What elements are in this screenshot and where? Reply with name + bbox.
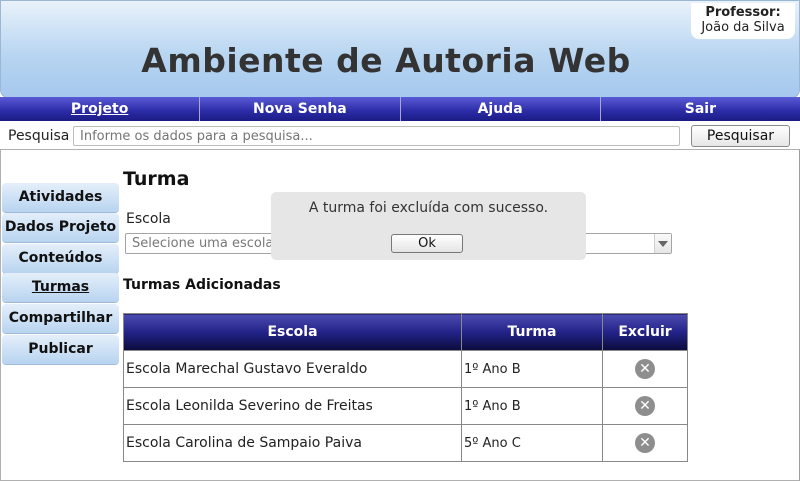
table-header-escola: Escola xyxy=(123,313,462,351)
delete-icon[interactable]: ✕ xyxy=(635,433,655,453)
nav-item-label: Sair xyxy=(684,101,716,117)
app-title: Ambiente de Autoria Web xyxy=(141,41,631,80)
section-title: Turmas Adicionadas xyxy=(123,277,281,293)
success-dialog: A turma foi excluída com sucesso. Ok xyxy=(271,192,586,260)
search-label: Pesquisa xyxy=(8,128,70,144)
cell-escola: Escola Carolina de Sampaio Paiva xyxy=(123,424,462,462)
cell-excluir: ✕ xyxy=(602,387,688,425)
sidebar-item-publicar[interactable]: Publicar xyxy=(2,335,119,364)
table-header-row: Escola Turma Excluir xyxy=(123,313,688,351)
professor-box: Professor: João da Silva xyxy=(691,3,795,39)
cell-excluir: ✕ xyxy=(602,424,688,462)
sidebar-item-conteudos[interactable]: Conteúdos xyxy=(2,244,119,273)
header: Ambiente de Autoria Web Professor: João … xyxy=(0,0,800,98)
nav-item-projeto[interactable]: Projeto xyxy=(0,97,201,121)
table-header-excluir: Excluir xyxy=(602,313,688,351)
cell-excluir: ✕ xyxy=(602,350,688,388)
professor-label: Professor: xyxy=(705,5,781,20)
top-nav: Projeto Nova Senha Ajuda Sair xyxy=(0,97,800,121)
page-title: Turma xyxy=(123,168,190,190)
escola-select-placeholder: Selecione uma escola xyxy=(132,236,274,251)
cell-turma: 1º Ano B xyxy=(461,387,603,425)
dialog-message: A turma foi excluída com sucesso. xyxy=(308,200,549,216)
chevron-down-icon[interactable] xyxy=(654,234,671,253)
nav-item-nova-senha[interactable]: Nova Senha xyxy=(200,97,401,121)
table-header-turma: Turma xyxy=(461,313,603,351)
professor-name: João da Silva xyxy=(701,20,785,35)
search-button[interactable]: Pesquisar xyxy=(691,125,790,147)
sidebar-item-label: Compartilhar xyxy=(8,310,113,326)
turmas-table: Escola Turma Excluir Escola Marechal Gus… xyxy=(123,313,688,462)
sidebar-item-label: Turmas xyxy=(31,279,90,295)
sidebar-item-label: Publicar xyxy=(28,341,93,357)
cell-turma: 1º Ano B xyxy=(461,350,603,388)
sidebar-item-dados-projeto[interactable]: Dados Projeto xyxy=(2,213,119,242)
sidebar-item-turmas[interactable]: Turmas xyxy=(2,273,119,302)
nav-item-sair[interactable]: Sair xyxy=(600,97,800,121)
table-row: Escola Leonilda Severino de Freitas 1º A… xyxy=(123,387,688,425)
nav-item-label: Projeto xyxy=(70,101,129,117)
sidebar-item-label: Atividades xyxy=(18,189,103,205)
nav-item-label: Nova Senha xyxy=(253,101,347,117)
nav-item-label: Ajuda xyxy=(477,101,523,117)
table-row: Escola Carolina de Sampaio Paiva 5º Ano … xyxy=(123,424,688,462)
ok-button[interactable]: Ok xyxy=(391,234,463,253)
nav-item-ajuda[interactable]: Ajuda xyxy=(400,97,601,121)
sidebar-item-label: Conteúdos xyxy=(18,250,103,266)
sidebar-item-label: Dados Projeto xyxy=(4,219,117,235)
cell-escola: Escola Leonilda Severino de Freitas xyxy=(123,387,462,425)
table-row: Escola Marechal Gustavo Everaldo 1º Ano … xyxy=(123,350,688,388)
cell-escola: Escola Marechal Gustavo Everaldo xyxy=(123,350,462,388)
delete-icon[interactable]: ✕ xyxy=(635,396,655,416)
sidebar-item-compartilhar[interactable]: Compartilhar xyxy=(2,304,119,333)
search-input[interactable] xyxy=(73,126,680,146)
sidebar-item-atividades[interactable]: Atividades xyxy=(2,183,119,212)
delete-icon[interactable]: ✕ xyxy=(635,359,655,379)
search-bar: Pesquisa Pesquisar xyxy=(0,122,800,149)
escola-label: Escola xyxy=(126,211,171,227)
cell-turma: 5º Ano C xyxy=(461,424,603,462)
